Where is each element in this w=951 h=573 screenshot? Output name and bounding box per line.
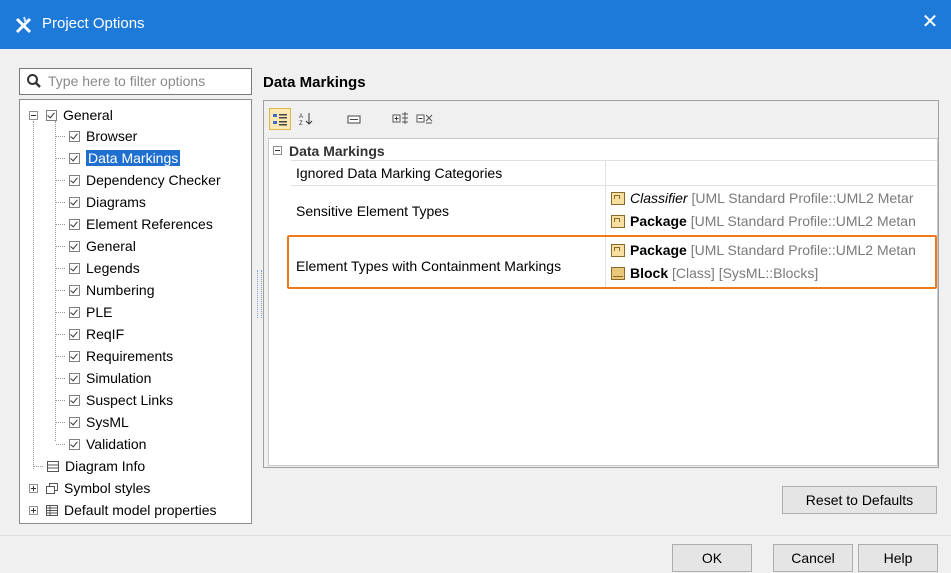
tree-item-label: Default model properties [64,502,217,518]
classifier-icon [611,192,625,205]
page-title: Data Markings [263,74,366,91]
tree-item-label: Validation [86,436,147,452]
tree-item-label: Simulation [86,370,152,386]
tree-item-general-root[interactable]: General [29,105,113,125]
group-header[interactable]: Data Markings [273,141,385,161]
checkbox-icon[interactable] [69,131,80,142]
tree-item-data-markings[interactable]: Data Markings [56,148,181,168]
tree-item-reqif[interactable]: ReqIF [56,324,124,344]
help-button[interactable]: Help [858,544,938,572]
filter-box [19,68,252,95]
property-name-ignored-categories: Ignored Data Marking Categories [296,165,503,181]
diagram-info-icon [47,461,59,472]
expand-icon[interactable] [29,484,38,493]
close-icon[interactable]: ✕ [919,11,941,33]
checkbox-icon[interactable] [69,197,80,208]
sort-alphabetic-icon[interactable]: AZ [295,108,317,130]
splitter-handle[interactable] [257,270,262,318]
property-grid: Data Markings Ignored Data Marking Categ… [268,138,938,466]
reset-to-defaults-button[interactable]: Reset to Defaults [782,486,937,514]
filter-input[interactable] [48,72,246,90]
svg-text:Z: Z [299,121,303,127]
collapse-all-icon[interactable] [414,108,436,130]
checkbox-icon[interactable] [69,417,80,428]
tree-item-label: Requirements [86,348,174,364]
tree-item-legends[interactable]: Legends [56,258,140,278]
tree-item-label: Element References [86,216,213,232]
checkbox-icon[interactable] [46,110,57,121]
tree-item-symbol-styles[interactable]: Symbol styles [29,478,150,498]
tree-item-label: General [63,107,113,123]
window-title: Project Options [42,15,145,32]
tree-item-simulation[interactable]: Simulation [56,368,151,388]
tree-item-browser[interactable]: Browser [56,126,137,146]
value-item-classifier[interactable]: Classifier [UML Standard Profile::UML2 M… [611,188,935,208]
collapse-icon[interactable] [273,146,282,155]
tree-item-label: ReqIF [86,326,125,342]
checkbox-icon[interactable] [69,373,80,384]
ok-button[interactable]: OK [672,544,752,572]
tree-item-label-selected: Data Markings [86,150,181,166]
app-logo-icon [15,16,32,34]
tree-item-label: Dependency Checker [86,172,221,188]
tree-item-diagram-info[interactable]: Diagram Info [34,456,145,476]
tree-item-label: Suspect Links [86,392,174,408]
highlight-box [287,235,937,289]
expand-all-icon[interactable] [390,108,412,130]
checkbox-icon[interactable] [69,439,80,450]
package-icon [611,215,625,228]
tree-item-default-model-properties[interactable]: Default model properties [29,500,217,520]
checkbox-icon[interactable] [69,263,80,274]
divider [0,535,951,536]
checkbox-icon[interactable] [69,285,80,296]
cancel-button[interactable]: Cancel [773,544,853,572]
checkbox-icon[interactable] [69,219,80,230]
checkbox-icon[interactable] [69,329,80,340]
property-value-ignored-categories[interactable] [611,163,935,183]
tree-item-label: Browser [86,128,138,144]
search-icon [27,74,41,88]
checkbox-icon[interactable] [69,153,80,164]
options-tree: General Browser Data Markings Dependency… [19,99,252,524]
collapse-icon[interactable] [29,111,38,120]
title-bar: Project Options ✕ [0,0,951,49]
property-name-sensitive-types: Sensitive Element Types [296,203,450,219]
tree-item-general[interactable]: General [56,236,136,256]
checkbox-icon[interactable] [69,307,80,318]
expand-icon[interactable] [29,506,38,515]
symbol-styles-icon [46,483,58,494]
tree-item-requirements[interactable]: Requirements [56,346,173,366]
tree-item-suspect-links[interactable]: Suspect Links [56,390,173,410]
tree-item-element-references[interactable]: Element References [56,214,213,234]
checkbox-icon[interactable] [69,351,80,362]
tree-item-label: General [86,238,136,254]
checkbox-icon[interactable] [69,241,80,252]
tree-item-label: Diagrams [86,194,146,210]
tree-item-dependency-checker[interactable]: Dependency Checker [56,170,221,190]
categorized-view-icon[interactable] [269,108,291,130]
checkbox-icon[interactable] [69,395,80,406]
tree-item-sysml[interactable]: SysML [56,412,129,432]
tree-item-label: Legends [86,260,140,276]
value-item-package[interactable]: Package [UML Standard Profile::UML2 Meta… [611,211,935,231]
tree-item-validation[interactable]: Validation [56,434,146,454]
tree-item-label: Numbering [86,282,155,298]
tree-item-label: Diagram Info [65,458,146,474]
model-properties-icon [46,505,58,516]
tree-item-label: Symbol styles [64,480,151,496]
tree-item-label: PLE [86,304,113,320]
tree-item-diagrams[interactable]: Diagrams [56,192,146,212]
checkbox-icon[interactable] [69,175,80,186]
tree-item-numbering[interactable]: Numbering [56,280,154,300]
hide-description-icon[interactable] [343,108,365,130]
svg-text:A: A [299,114,303,120]
tree-item-ple[interactable]: PLE [56,302,112,322]
tree-item-label: SysML [86,414,129,430]
